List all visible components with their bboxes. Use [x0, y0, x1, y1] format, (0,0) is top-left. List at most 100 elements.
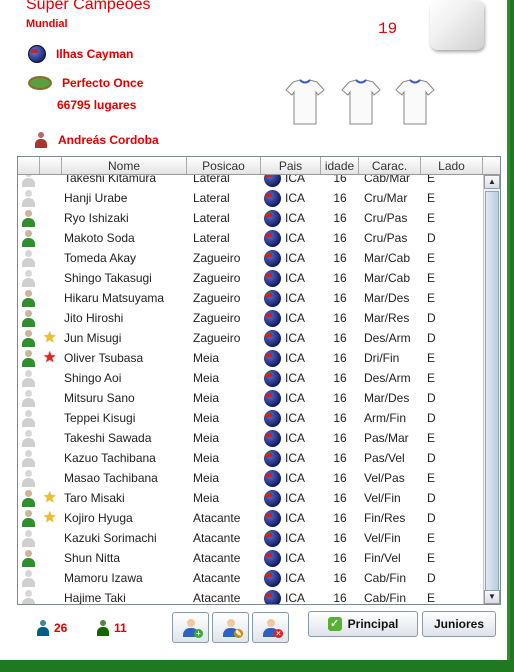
player-status-cell [18, 229, 40, 247]
pais-code: ICA [285, 175, 306, 185]
flag-icon [264, 409, 281, 427]
table-row[interactable]: Masao Tachibana Meia ICA 16 Vel/Pas E [18, 468, 483, 488]
player-position: Meia [193, 471, 220, 485]
player-age: 16 [333, 331, 347, 345]
player-carac: Des/Arm [364, 331, 411, 345]
player-carac: Arm/Fin [364, 411, 406, 425]
player-position: Zagueiro [193, 291, 241, 305]
player-icon [21, 289, 35, 307]
flag-icon [264, 189, 281, 207]
table-row[interactable]: ★ Taro Misaki Meia ICA 16 Vel/Fin D [18, 488, 483, 508]
players-table: Nome Posicao Pais idade Carac. Lado Take… [17, 156, 501, 605]
col-header-lado[interactable]: Lado [421, 157, 483, 174]
table-row[interactable]: Takeshi Kitamura Lateral ICA 16 Cab/Mar E [18, 175, 483, 188]
pais-cell: ICA [261, 269, 321, 287]
col-header-star[interactable] [40, 157, 62, 174]
table-row[interactable]: Ryo Ishizaki Lateral ICA 16 Cru/Pas E [18, 208, 483, 228]
principal-button[interactable]: ✓ Principal [308, 611, 418, 637]
player-side: E [427, 551, 436, 565]
pais-code: ICA [285, 511, 306, 525]
player-icon [21, 449, 35, 467]
player-side: D [427, 311, 436, 325]
table-row[interactable]: Kazuki Sorimachi Atacante ICA 16 Vel/Fin E [18, 528, 483, 548]
table-row[interactable]: Teppei Kisugi Meia ICA 16 Arm/Fin D [18, 408, 483, 428]
player-icon [21, 409, 35, 427]
col-header-carac[interactable]: Carac. [359, 157, 421, 174]
player-status-cell [18, 469, 40, 487]
player-icon [21, 489, 35, 507]
stadium-name: Perfecto Once [62, 76, 144, 90]
table-row[interactable]: Mamoru Izawa Atacante ICA 16 Cab/Fin D [18, 568, 483, 588]
pais-code: ICA [285, 491, 306, 505]
table-row[interactable]: Mitsuru Sano Meia ICA 16 Mar/Des D [18, 388, 483, 408]
juniores-button[interactable]: Juniores [422, 611, 496, 637]
flag-icon [264, 469, 281, 487]
player-name: Kazuo Tachibana [64, 451, 156, 465]
col-header-icon[interactable] [18, 157, 40, 174]
table-row[interactable]: Makoto Soda Lateral ICA 16 Cru/Pas D [18, 228, 483, 248]
player-carac: Mar/Res [364, 311, 410, 325]
table-row[interactable]: Hikaru Matsuyama Zagueiro ICA 16 Mar/Des E [18, 288, 483, 308]
pais-code: ICA [285, 311, 306, 325]
remove-player-button[interactable]: × [252, 612, 289, 643]
shirt-icon[interactable] [285, 78, 325, 126]
stadium-row: Perfecto Once [28, 76, 143, 90]
flag-icon [264, 369, 281, 387]
player-name: Shun Nitta [64, 551, 121, 565]
col-header-idade[interactable]: idade [321, 157, 359, 174]
edit-player-button[interactable]: ✎ [212, 612, 249, 643]
col-header-pais[interactable]: Pais [261, 157, 321, 174]
player-name: Jito Hiroshi [64, 311, 124, 325]
player-status-cell [18, 209, 40, 227]
country-row: Ilhas Cayman [28, 45, 133, 63]
check-icon: ✓ [327, 617, 342, 631]
player-age: 16 [333, 351, 347, 365]
shirt-icon[interactable] [395, 78, 435, 126]
player-name: Kojiro Hyuga [64, 511, 133, 525]
player-side: E [427, 371, 436, 385]
table-row[interactable]: Kazuo Tachibana Meia ICA 16 Pas/Vel D [18, 448, 483, 468]
player-side: D [427, 331, 436, 345]
player-name: Shingo Aoi [64, 371, 122, 385]
col-header-posicao[interactable]: Posicao [187, 157, 261, 174]
player-position: Atacante [193, 591, 241, 604]
table-row[interactable]: Shun Nitta Atacante ICA 16 Fin/Vel E [18, 548, 483, 568]
player-name: Teppei Kisugi [64, 411, 136, 425]
player-age: 16 [333, 291, 347, 305]
table-row[interactable]: Shingo Takasugi Zagueiro ICA 16 Mar/Cab E [18, 268, 483, 288]
table-row[interactable]: Hajime Taki Atacante ICA 16 Cab/Fin E [18, 588, 483, 604]
table-row[interactable]: Hanji Urabe Lateral ICA 16 Cru/Mar E [18, 188, 483, 208]
page-subtitle: Mundial [26, 18, 68, 30]
juniores-label: Juniores [433, 617, 484, 631]
col-header-nome[interactable]: Nome [62, 157, 187, 174]
scroll-down-button[interactable]: ▼ [484, 590, 500, 604]
player-icon [21, 529, 35, 547]
table-row[interactable]: Shingo Aoi Meia ICA 16 Des/Arm E [18, 368, 483, 388]
add-player-button[interactable]: + [172, 612, 209, 643]
table-row[interactable]: Takeshi Sawada Meia ICA 16 Pas/Mar E [18, 428, 483, 448]
player-side: E [427, 591, 436, 604]
table-row[interactable]: ★ Jun Misugi Zagueiro ICA 16 Des/Arm D [18, 328, 483, 348]
player-side: E [427, 251, 436, 265]
table-row[interactable]: Jito Hiroshi Zagueiro ICA 16 Mar/Res D [18, 308, 483, 328]
pais-cell: ICA [261, 409, 321, 427]
player-age: 16 [333, 411, 347, 425]
scroll-up-button[interactable]: ▲ [484, 175, 500, 189]
flag-icon [264, 309, 281, 327]
table-row[interactable]: ★ Oliver Tsubasa Meia ICA 16 Dri/Fin E [18, 348, 483, 368]
scroll-thumb[interactable] [485, 191, 499, 591]
player-side: E [427, 175, 436, 185]
red-star-icon: ★ [43, 349, 57, 366]
player-carac: Cru/Pas [364, 231, 408, 245]
pais-code: ICA [285, 371, 306, 385]
table-row[interactable]: ★ Kojiro Hyuga Atacante ICA 16 Fin/Res D [18, 508, 483, 528]
pais-cell: ICA [261, 329, 321, 347]
star-icon: ★ [43, 509, 57, 526]
shirt-icon[interactable] [341, 78, 381, 126]
pais-code: ICA [285, 551, 306, 565]
flag-icon [28, 45, 46, 63]
table-row[interactable]: Tomeda Akay Zagueiro ICA 16 Mar/Cab E [18, 248, 483, 268]
vertical-scrollbar[interactable]: ▲ ▼ [483, 175, 500, 604]
capacity-row: 66795 lugares [57, 98, 136, 112]
pais-code: ICA [285, 391, 306, 405]
